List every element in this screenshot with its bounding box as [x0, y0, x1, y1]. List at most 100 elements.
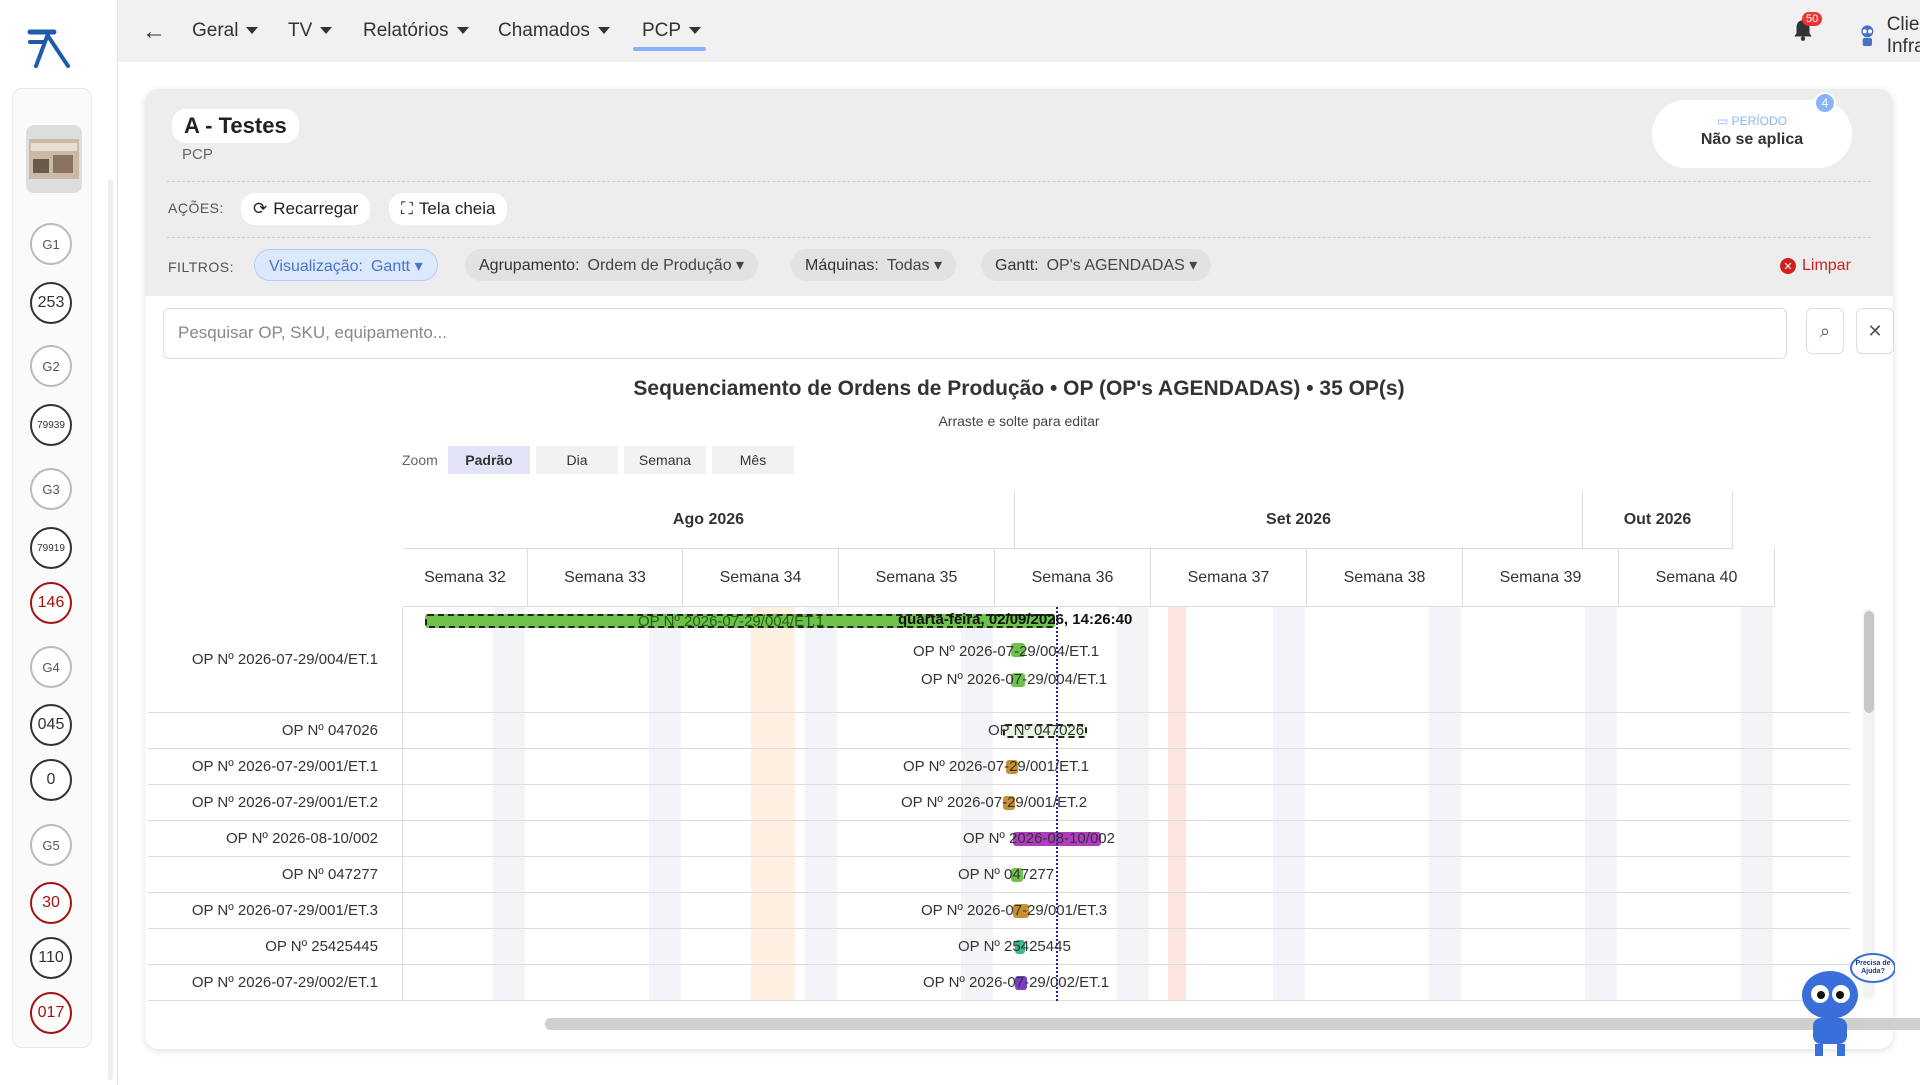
- gantt-week-header: Semana 40: [1619, 549, 1775, 607]
- fullscreen-icon: ⛶: [401, 199, 413, 218]
- gantt-month-header: Ago 2026: [403, 491, 1015, 549]
- sidebar-item[interactable]: 146: [30, 582, 72, 624]
- robot-avatar-icon: [1861, 25, 1874, 47]
- gantt-vertical-scrollbar[interactable]: [1864, 611, 1874, 713]
- sidebar-item[interactable]: G3: [30, 468, 72, 510]
- page-title: A - Testes: [172, 109, 299, 143]
- gantt-week-header: Semana 38: [1307, 549, 1463, 607]
- chevron-down-icon: [320, 27, 333, 35]
- gantt-week-header: Semana 33: [528, 549, 683, 607]
- nav-item-tv[interactable]: TV: [288, 20, 333, 42]
- sidebar-scrollbar[interactable]: [108, 180, 113, 1080]
- search-button[interactable]: ⌕: [1806, 308, 1844, 354]
- gantt-bar-label: OP Nº 2026-07-29/004/ET.1: [921, 671, 1108, 688]
- dashboard-thumbnail[interactable]: [26, 125, 82, 193]
- calendar-icon: ▭: [1716, 114, 1732, 128]
- top-navigation: ← Geral TV Relatórios Chamados PCP 50 Cl…: [118, 0, 1920, 62]
- sidebar-item[interactable]: G4: [30, 646, 72, 688]
- fullscreen-label: Tela cheia: [418, 199, 496, 218]
- user-menu[interactable]: Cliente Infra: [1858, 14, 1920, 58]
- filter-gantt[interactable]: Gantt: OP's AGENDADAS ▾: [981, 249, 1212, 281]
- filter-maquinas[interactable]: Máquinas: Todas ▾: [791, 249, 957, 281]
- zoom-semana-button[interactable]: Semana: [624, 446, 706, 474]
- back-arrow-icon[interactable]: ←: [142, 18, 166, 46]
- nav-label: TV: [288, 20, 313, 41]
- nav-item-chamados[interactable]: Chamados: [498, 20, 610, 42]
- current-time-line: [1056, 607, 1058, 1001]
- gantt-bar-label: OP Nº 2026-07-29/002/ET.1: [923, 974, 1110, 991]
- chevron-down-icon: [597, 27, 610, 35]
- zoom-padrao-button[interactable]: Padrão: [448, 446, 530, 474]
- filters-label: FILTROS:: [168, 259, 234, 275]
- sidebar-item[interactable]: 017: [30, 992, 72, 1034]
- close-circle-icon: ✕: [1780, 258, 1796, 274]
- filter-visualizacao[interactable]: Visualização: Gantt ▾: [254, 249, 438, 281]
- divider: [167, 237, 1871, 238]
- sidebar-item[interactable]: 79939: [30, 404, 72, 446]
- gantt-row: OP Nº 2026-07-29/002/ET.1 OP Nº 2026-07-2…: [148, 965, 1850, 1001]
- gantt-row: OP Nº 2026-07-29/001/ET.1 OP Nº 2026-07-2…: [148, 749, 1850, 785]
- gantt-bar-label: OP Nº 2026-08-10/002: [963, 830, 1115, 847]
- close-icon: ✕: [1867, 320, 1883, 341]
- sidebar-item[interactable]: G1: [30, 223, 72, 265]
- gantt-bar-label: OP Nº 047026: [988, 722, 1085, 739]
- clear-search-button[interactable]: ✕: [1856, 308, 1894, 354]
- reload-label: Recarregar: [273, 199, 359, 218]
- gantt-bar-label: OP Nº 2026-07-29/004/ET.1: [913, 643, 1100, 660]
- gantt-bar-label: OP Nº 2026-07-29/004/ET.1: [638, 613, 825, 630]
- gantt-month-header: Out 2026: [1583, 491, 1733, 549]
- gantt-row: OP Nº 2026-07-29/001/ET.2 OP Nº 2026-07-2…: [148, 785, 1850, 821]
- zoom-dia-button[interactable]: Dia: [536, 446, 618, 474]
- gantt-week-header: Semana 34: [683, 549, 839, 607]
- gantt-month-header: Set 2026: [1015, 491, 1583, 549]
- sidebar-item[interactable]: 79919: [30, 527, 72, 569]
- period-label: ▭ PERÍODO: [1716, 114, 1787, 128]
- gantt-row: OP Nº 25425445 OP Nº 25425445: [148, 929, 1850, 965]
- period-badge: 4: [1814, 92, 1836, 114]
- divider: [167, 181, 1871, 182]
- chevron-down-icon: [456, 27, 469, 35]
- card-header: A - Testes PCP ▭ PERÍODO Não se aplica 4…: [145, 89, 1893, 296]
- sidebar-item[interactable]: G2: [30, 345, 72, 387]
- notification-badge: 50: [1802, 12, 1823, 26]
- actions-label: AÇÕES:: [168, 200, 224, 216]
- nav-item-relatorios[interactable]: Relatórios: [363, 20, 469, 42]
- gantt-horizontal-scrollbar[interactable]: [545, 1018, 1920, 1030]
- gantt-bar-label: OP Nº 2026-07-29/001/ET.3: [921, 902, 1108, 919]
- sidebar-item[interactable]: G5: [30, 824, 72, 866]
- filter-agrupamento[interactable]: Agrupamento: Ordem de Produção ▾: [465, 249, 759, 281]
- active-tab-indicator: [633, 47, 706, 51]
- sidebar-item[interactable]: 045: [30, 704, 72, 746]
- reload-button[interactable]: ⟳ Recarregar: [241, 193, 371, 225]
- factory-image-icon: [29, 139, 79, 179]
- nav-item-geral[interactable]: Geral: [192, 20, 259, 42]
- period-value: Não se aplica: [1700, 131, 1804, 148]
- sidebar-item[interactable]: 253: [30, 282, 72, 324]
- refresh-icon: ⟳: [253, 199, 268, 218]
- nav-label: PCP: [642, 20, 682, 41]
- zoom-label: Zoom: [402, 452, 438, 468]
- gantt-bar-label: OP Nº 2026-07-29/001/ET.2: [901, 794, 1088, 811]
- nav-item-pcp[interactable]: PCP: [642, 20, 702, 42]
- gantt-bar-label: OP Nº 25425445: [958, 938, 1071, 955]
- nav-label: Chamados: [498, 20, 590, 41]
- gantt-chart[interactable]: Ago 2026 Set 2026 Out 2026 Semana 32 Semana …: [148, 491, 1850, 1001]
- help-bubble-text: Precisa de Ajuda?: [1855, 960, 1891, 975]
- sidebar-item[interactable]: 110: [30, 937, 72, 979]
- clear-filters-button[interactable]: ✕ Limpar: [1780, 257, 1851, 275]
- chevron-down-icon: [246, 27, 259, 35]
- gantt-row: OP Nº 2026-07-29/001/ET.3 OP Nº 2026-07-2…: [148, 893, 1850, 929]
- sidebar-item[interactable]: 0: [30, 759, 72, 801]
- current-time-label: quarta-feira, 02/09/2026, 14:26:40: [898, 611, 1133, 628]
- chart-subtitle: Arraste e solte para editar: [938, 413, 1100, 429]
- app-logo[interactable]: [24, 22, 74, 72]
- zoom-mes-button[interactable]: Mês: [712, 446, 794, 474]
- gantt-week-header: Semana 32: [403, 549, 528, 607]
- sidebar-item[interactable]: 30: [30, 882, 72, 924]
- fullscreen-button[interactable]: ⛶ Tela cheia: [389, 193, 508, 225]
- gantt-week-header: Semana 37: [1151, 549, 1307, 607]
- search-input[interactable]: Pesquisar OP, SKU, equipamento...: [163, 308, 1787, 359]
- gantt-bar-label: OP Nº 2026-07-29/001/ET.1: [903, 758, 1090, 775]
- gantt-week-header: Semana 36: [995, 549, 1151, 607]
- chart-title: Sequenciamento de Ordens de Produção • O…: [633, 377, 1405, 400]
